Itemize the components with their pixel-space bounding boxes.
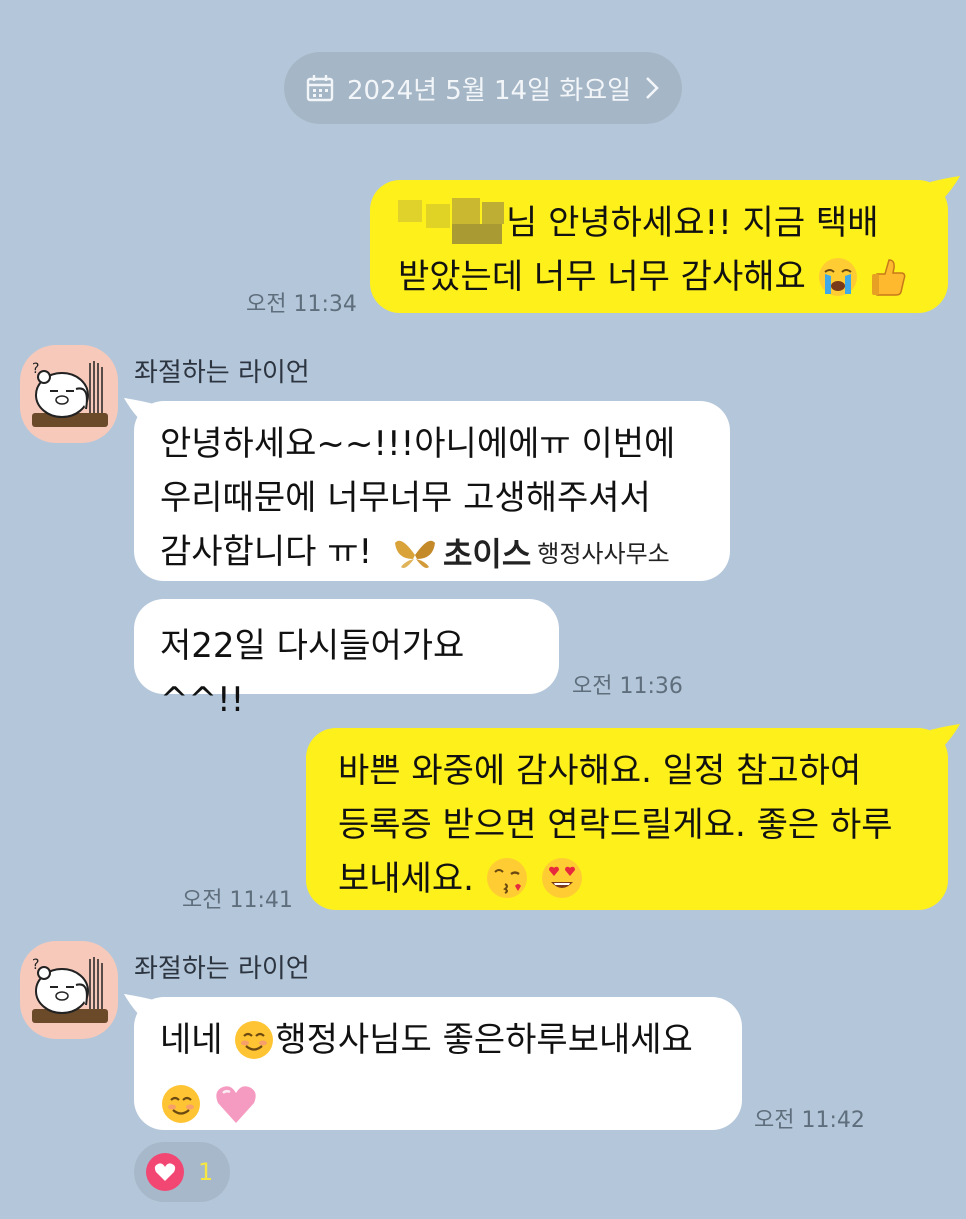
reaction-badge[interactable]: 1 (134, 1142, 230, 1202)
smiling-emoji (160, 1083, 202, 1141)
reaction-count: 1 (198, 1158, 214, 1186)
message-line: 님 안녕하세요!! 지금 택배 (398, 196, 924, 250)
heart-eyes-emoji (540, 856, 584, 916)
message-line (160, 1077, 722, 1141)
message-line: 네네 행정사님도 좋은하루보내세요 (160, 1013, 722, 1077)
chevron-right-icon (643, 75, 661, 101)
message-bubble-sent[interactable]: 님 안녕하세요!! 지금 택배 받았는데 너무 너무 감사해요 (370, 180, 948, 313)
pink-heart-emoji (213, 1083, 259, 1141)
calendar-icon (305, 73, 335, 103)
message-line: 저22일 다시들어가요^^!! (160, 626, 465, 720)
message-bubble-received[interactable]: 저22일 다시들어가요^^!! (134, 599, 559, 720)
message-line: 보내세요. (338, 852, 928, 916)
bubble-tail-sent (930, 724, 960, 748)
avatar[interactable]: ? (20, 345, 118, 443)
message-time: 오전 11:42 (754, 1108, 865, 1133)
message-bubble-sent[interactable]: 바쁜 와중에 감사해요. 일정 참고하여 등록증 받으면 연락드릴게요. 좋은 … (306, 728, 948, 910)
message-line: 바쁜 와중에 감사해요. 일정 참고하여 (338, 751, 862, 791)
message-line: 등록증 받으면 연락드릴게요. 좋은 하루 (338, 805, 893, 845)
crying-emoji (817, 256, 859, 314)
kiss-emoji (485, 856, 529, 916)
message-time: 오전 11:34 (246, 292, 357, 317)
message-time: 오전 11:36 (572, 674, 683, 699)
thumbs-up-emoji (869, 256, 909, 314)
lion-avatar-illustration: ? (32, 957, 108, 1023)
date-divider[interactable]: 2024년 5월 14일 화요일 (284, 52, 682, 124)
butterfly-logo-icon (394, 540, 435, 568)
blurred-recipient-name (398, 196, 504, 246)
message-line: 감사합니다 ㅠ! 초이스 행정사사무소 (160, 525, 710, 581)
svg-text:?: ? (32, 957, 39, 973)
watermark-logo: 초이스 행정사사무소 (393, 527, 670, 581)
svg-text:?: ? (32, 361, 39, 377)
message-time: 오전 11:41 (182, 888, 293, 913)
heart-icon (146, 1153, 184, 1191)
lion-avatar-illustration: ? (32, 361, 108, 427)
message-bubble-received[interactable]: 네네 행정사님도 좋은하루보내세요 (134, 997, 742, 1130)
smiling-emoji (233, 1019, 275, 1077)
avatar[interactable]: ? (20, 941, 118, 1039)
message-bubble-received[interactable]: 안녕하세요~~!!!아니에에ㅠ 이번에 우리때문에 너무너무 고생해주셔서 감사… (134, 401, 730, 581)
sender-name: 좌절하는 라이언 (134, 358, 310, 388)
date-label: 2024년 5월 14일 화요일 (346, 75, 632, 106)
message-line: 우리때문에 너무너무 고생해주셔서 (160, 478, 651, 518)
sender-name: 좌절하는 라이언 (134, 954, 310, 984)
message-line: 안녕하세요~~!!!아니에에ㅠ 이번에 (160, 424, 676, 464)
bubble-tail-sent (930, 176, 960, 200)
message-line: 받았는데 너무 너무 감사해요 (398, 250, 924, 314)
